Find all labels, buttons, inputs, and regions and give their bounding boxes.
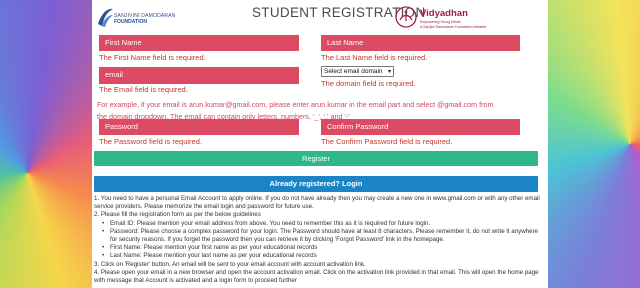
vidyadhan-logo-tagline2: A Sarojini Damodaran Foundation Initiati… xyxy=(420,25,487,29)
password-error: The Password field is required. xyxy=(99,137,202,146)
email-error: The Email field is required. xyxy=(99,85,188,94)
guideline-subitem: Last Name: Please mention your last name… xyxy=(94,252,542,260)
last-name-field[interactable]: Last Name xyxy=(321,35,520,51)
email-domain-select-value: Select email domain xyxy=(324,68,383,75)
email-domain-select[interactable]: Select email domain ▾ xyxy=(321,66,394,77)
confirm-password-field[interactable]: Confirm Password xyxy=(321,119,520,135)
vidyadhan-logo-tagline1: Empowering Young Minds xyxy=(420,20,461,24)
guideline-item: 1. You need to have a personal Email Acc… xyxy=(94,195,540,211)
last-name-error: The Last Name field is required. xyxy=(321,53,428,62)
guideline-subitem: Email ID: Please mention your email addr… xyxy=(94,220,542,228)
background-left xyxy=(0,0,92,288)
register-button[interactable]: Register xyxy=(94,151,538,166)
guideline-item: 4. Please open your email in a new brows… xyxy=(94,268,539,285)
confirm-password-error: The Confirm Password field is required. xyxy=(321,137,453,146)
password-field[interactable]: Password xyxy=(99,119,299,135)
chevron-down-icon: ▾ xyxy=(387,69,391,75)
vidyadhan-emblem-icon xyxy=(395,6,417,28)
background-right xyxy=(540,0,640,288)
domain-error: The domain field is required. xyxy=(321,79,416,88)
guideline-item: 2. Please fill the registration form as … xyxy=(94,211,261,219)
vidyadhan-logo-title: Vidyadhan xyxy=(420,8,468,19)
vidyadhan-logo: Vidyadhan Empowering Young Minds A Saroj… xyxy=(395,6,487,32)
registration-panel: SANJIVINI DAMODARAN FOUNDATION STUDENT R… xyxy=(92,0,548,288)
login-button[interactable]: Already registered? Login xyxy=(94,176,538,192)
guideline-item: 3. Click on 'Register' button. An email … xyxy=(94,260,366,268)
header: SANJIVINI DAMODARAN FOUNDATION STUDENT R… xyxy=(92,0,548,36)
first-name-error: The First Name field is required. xyxy=(99,53,206,62)
email-field[interactable]: email xyxy=(99,67,299,84)
foundation-logo-line2: FOUNDATION xyxy=(114,19,147,25)
guideline-subitem: First Name: Please mention your first na… xyxy=(94,244,542,252)
first-name-field[interactable]: First Name xyxy=(99,35,299,51)
registration-guidelines: 1. You need to have a personal Email Acc… xyxy=(94,195,542,285)
foundation-logo: SANJIVINI DAMODARAN FOUNDATION xyxy=(96,4,175,32)
swoosh-icon xyxy=(98,8,113,27)
guideline-subitem: Password: Please choose a complex passwo… xyxy=(94,228,542,244)
